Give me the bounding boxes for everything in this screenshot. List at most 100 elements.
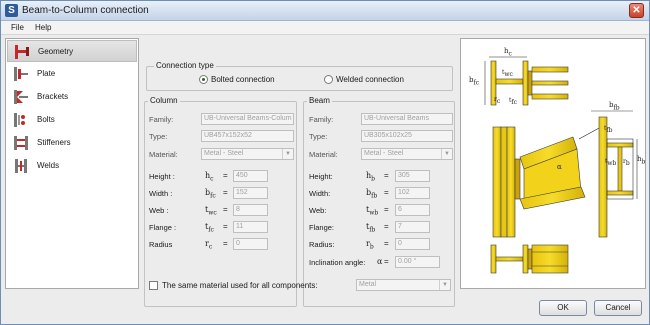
column-flange-label: Flange : [149,223,177,232]
tfb-leader [578,126,602,140]
diagram-label-twc: twc [502,69,513,79]
sidebar-item-label: Geometry [38,47,74,56]
menu-help[interactable]: Help [31,22,55,33]
section-beam-top-flange [606,142,634,148]
column-width-symbol: bfc [205,188,216,200]
beam-height-symbol: hb [366,171,375,183]
section-beam-web [617,146,623,192]
title-bar[interactable]: S Beam-to-Column connection ✕ [1,1,649,21]
ok-button[interactable]: OK [539,300,587,316]
same-material-select[interactable]: Metal ▼ [356,279,451,291]
column-radius-label: Radius [149,240,173,249]
beam-family-field[interactable]: UB-Universal Beams [361,113,453,125]
equals-sign: = [384,222,389,231]
sidebar-item-label: Plate [37,69,56,78]
diagram-label-alpha: α [557,163,562,171]
welded-label[interactable]: Welded connection [336,75,404,84]
same-material-label: The same material used for all component… [162,281,318,290]
beam-family-label: Family: [309,115,334,124]
column-legend: Column [148,96,180,105]
geometry-icon [15,45,29,59]
cancel-button[interactable]: Cancel [594,300,642,316]
sidebar-item-bolts[interactable]: Bolts [7,109,137,131]
column-flange-field[interactable]: 11 [233,221,268,233]
diagram-label-hb: hb [637,155,646,166]
plan-beam [531,244,569,274]
plan-end-plate [527,248,533,270]
diagram-label-twb: twb [605,158,617,168]
equals-sign: = [384,188,389,197]
beam-web-field[interactable]: 6 [395,204,430,216]
sidebar-item-plate[interactable]: Plate [7,63,137,85]
column-type-label: Type: [149,132,168,141]
column-material-value: Metal - Steel [204,150,244,157]
beam-height-field[interactable]: 305 [395,170,430,182]
beam-top-flange [531,66,569,73]
diagram-label-tfc: tfc [509,97,518,107]
beam-flange-symbol: tfb [366,222,376,234]
bolted-label[interactable]: Bolted connection [211,75,275,84]
beam-flange-label: Flange: [309,223,335,232]
sidebar-item-geometry[interactable]: Geometry [7,40,137,62]
column-material-label: Material: [149,150,178,159]
column-type-field[interactable]: UB457x152x52 [201,130,294,142]
equals-sign: = [223,239,228,248]
beam-material-select[interactable]: Metal - Steel ▼ [361,148,453,160]
column-material-select[interactable]: Metal - Steel ▼ [201,148,294,160]
diagram-label-rb: rb [623,158,630,168]
section-column-flange [598,116,608,238]
beam-inclination-label: Inclination angle: [309,258,366,267]
column-height-symbol: hc [205,171,214,183]
column-web-top [495,78,524,85]
plan-column-flange-right [522,244,529,274]
app-icon: S [5,4,18,17]
column-family-field[interactable]: UB-Universal Beams-Colum [201,113,294,125]
elev-end-plate [514,158,521,200]
equals-sign: = [223,171,228,180]
beam-inclination-field[interactable]: 0.00 ° [395,256,440,268]
same-material-checkbox[interactable] [149,281,158,290]
sidebar-item-stiffeners[interactable]: Stiffeners [7,132,137,154]
connection-type-group: Connection type Bolted connection Welded… [146,61,453,91]
elev-column-flange-left [492,126,502,238]
beam-width-field[interactable]: 102 [395,187,430,199]
elev-column-web [500,126,508,238]
section-beam-bottom-flange [606,190,634,196]
diagram-label-rc: rc [494,96,501,106]
column-web-field[interactable]: 8 [233,204,268,216]
diagram-label-tfb: tfb [604,125,613,135]
bolts-icon [14,113,25,127]
column-radius-field[interactable]: 0 [233,238,268,250]
sidebar-item-welds[interactable]: Welds [7,155,137,177]
stiffeners-icon [14,136,28,150]
window-title: Beam-to-Column connection [22,5,149,16]
welds-icon [15,159,27,173]
chevron-down-icon: ▼ [439,280,450,290]
beam-type-field[interactable]: UB305x102x25 [361,130,453,142]
bolted-radio[interactable] [199,75,208,84]
column-height-label: Height : [149,172,175,181]
column-height-field[interactable]: 450 [233,170,268,182]
beam-width-symbol: bfb [366,188,378,200]
chevron-down-icon: ▼ [282,149,293,159]
connection-type-legend: Connection type [154,61,216,70]
welded-radio[interactable] [324,75,333,84]
beam-group: Beam Family: UB-Universal Beams Type: UB… [303,96,455,307]
sidebar-item-brackets[interactable]: Brackets [7,86,137,108]
column-web-label: Web : [149,206,169,215]
connection-preview: hc bfc twc rc tfc bfb tfb twb rb hb α [460,38,646,289]
beam-legend: Beam [307,96,332,105]
menu-bar: File Help [1,21,649,35]
column-flange-right [522,60,529,106]
beam-inclination-symbol: α [377,257,383,266]
column-width-field[interactable]: 152 [233,187,268,199]
beam-width-label: Width: [309,189,331,198]
sidebar-item-label: Welds [37,161,60,170]
content-panel: Connection type Bolted connection Welded… [141,38,459,307]
beam-flange-field[interactable]: 7 [395,221,430,233]
menu-file[interactable]: File [7,22,28,33]
sidebar-item-label: Stiffeners [37,138,71,147]
close-button[interactable]: ✕ [629,3,644,18]
column-width-label: Width : [149,189,173,198]
beam-radius-field[interactable]: 0 [395,238,430,250]
